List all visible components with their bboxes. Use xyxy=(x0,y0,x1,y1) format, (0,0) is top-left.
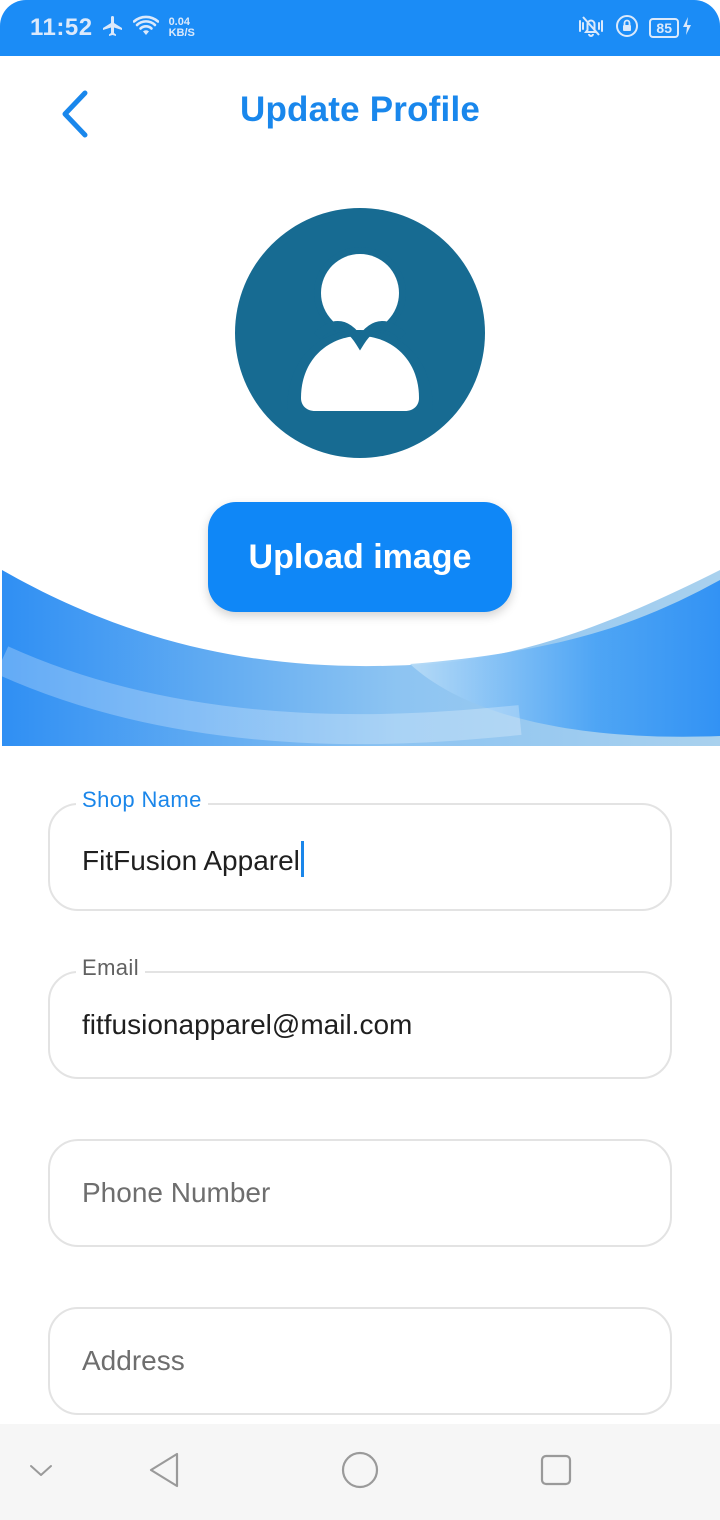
shop-name-field[interactable]: Shop Name FitFusion Apparel xyxy=(48,787,672,911)
shop-name-value: FitFusion Apparel xyxy=(82,845,300,876)
battery-level: 85 xyxy=(649,18,679,38)
battery-icon: 85 xyxy=(649,16,692,41)
shop-name-label: Shop Name xyxy=(76,787,208,813)
email-label: Email xyxy=(76,955,146,981)
back-triangle-icon xyxy=(147,1451,181,1494)
nav-home-button[interactable] xyxy=(330,1424,390,1520)
upload-image-button[interactable]: Upload image xyxy=(208,502,512,612)
recents-square-icon xyxy=(540,1454,572,1491)
hide-keyboard-button[interactable] xyxy=(16,1424,66,1520)
page-title: Update Profile xyxy=(239,90,481,129)
user-avatar-icon xyxy=(287,247,433,411)
phone-placeholder[interactable]: Phone Number xyxy=(82,1177,270,1209)
hide-keyboard-icon xyxy=(28,1462,54,1483)
lock-rotation-icon xyxy=(615,14,639,43)
address-placeholder[interactable]: Address xyxy=(82,1345,185,1377)
email-value[interactable]: fitfusionapparel@mail.com xyxy=(82,1009,412,1041)
charging-icon xyxy=(682,16,692,41)
address-field[interactable]: Address xyxy=(48,1307,672,1415)
net-speed-unit: KB/S xyxy=(168,27,195,39)
status-left: 11:52 0.04 KB/S xyxy=(30,14,195,43)
status-right: 85 xyxy=(577,14,692,43)
text-caret xyxy=(300,841,304,877)
shop-name-input-wrap[interactable]: FitFusion Apparel xyxy=(82,841,304,877)
wifi-icon xyxy=(132,15,159,42)
clock: 11:52 xyxy=(30,14,93,41)
vibrate-icon xyxy=(577,14,605,43)
net-speed: 0.04 KB/S xyxy=(169,17,195,39)
email-field[interactable]: Email fitfusionapparel@mail.com xyxy=(48,955,672,1079)
profile-avatar xyxy=(235,208,485,458)
status-bar: 11:52 0.04 KB/S 85 xyxy=(0,0,720,56)
nav-back-button[interactable] xyxy=(134,1424,194,1520)
home-circle-icon xyxy=(340,1450,380,1495)
nav-recents-button[interactable] xyxy=(526,1424,586,1520)
system-nav-bar xyxy=(0,1424,720,1520)
phone-field[interactable]: Phone Number xyxy=(48,1139,672,1247)
airplane-icon xyxy=(101,14,125,43)
